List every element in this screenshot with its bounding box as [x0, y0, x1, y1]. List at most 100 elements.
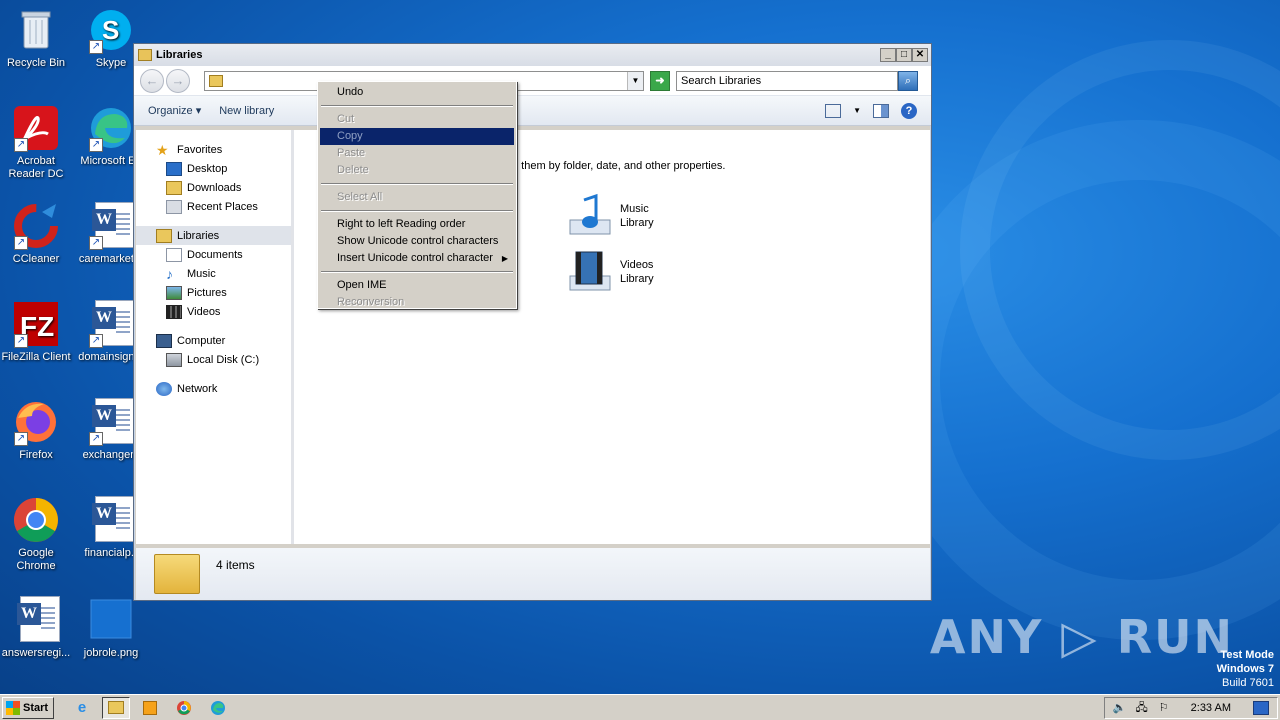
menu-item-cut: Cut [337, 113, 355, 125]
title-bar[interactable]: Libraries _ □ ✕ [134, 44, 931, 66]
nav-label: Recent Places [187, 200, 258, 213]
image-file-icon [87, 596, 135, 644]
desktop-icon-acrobat[interactable]: ↗ Acrobat Reader DC [0, 104, 74, 181]
taskbar-ie[interactable]: e [68, 697, 96, 719]
show-desktop-icon[interactable] [1253, 700, 1269, 715]
nav-item-favorites[interactable]: ★ Favorites [136, 140, 291, 159]
taskbar-chrome[interactable] [170, 697, 198, 719]
view-options-icon[interactable] [825, 103, 842, 118]
network-icon [156, 381, 172, 396]
folder-icon [138, 49, 152, 61]
maximize-button[interactable]: □ [896, 48, 912, 62]
desktop-icon-ccleaner[interactable]: ↗ CCleaner [0, 202, 74, 266]
nav-item-videos[interactable]: Videos [136, 302, 291, 321]
menu-item-show-unicode-control[interactable]: Show Unicode control characters [320, 233, 514, 250]
action-center-flag-icon[interactable]: ⚐ [1157, 701, 1171, 715]
taskbar-media-player[interactable] [136, 697, 164, 719]
documents-icon [166, 247, 182, 262]
library-type: Library [620, 273, 654, 285]
volume-icon[interactable]: 🔈 [1113, 701, 1127, 715]
search-icon: ⌕ [904, 74, 912, 87]
search-button[interactable]: ⌕ [898, 70, 918, 91]
library-item-videos[interactable]: Videos Library [566, 248, 654, 296]
desktop-icon-recycle-bin[interactable]: Recycle Bin [0, 6, 74, 70]
desktop-icon-label: answersregi... [1, 647, 71, 659]
organize-button[interactable]: Organize ▾ [148, 104, 201, 117]
shortcut-arrow-icon: ↗ [89, 40, 103, 54]
music-library-icon [566, 192, 614, 240]
explorer-window[interactable]: Libraries _ □ ✕ ← → ▼ ➜ Search Libraries… [133, 43, 932, 601]
preview-pane-icon[interactable] [873, 103, 889, 118]
videos-icon [166, 304, 182, 319]
menu-separator [321, 271, 513, 273]
recycle-bin-icon [12, 6, 60, 54]
search-input[interactable]: Search Libraries [676, 70, 898, 91]
nav-item-downloads[interactable]: Downloads [136, 178, 291, 197]
nav-item-libraries[interactable]: Libraries [136, 226, 291, 245]
nav-item-music[interactable]: ♪ Music [136, 264, 291, 283]
navigation-pane: ★ Favorites Desktop Downloads Recent Pla… [136, 130, 294, 544]
chevron-down-icon[interactable]: ▼ [627, 71, 643, 90]
shortcut-arrow-icon: ↗ [89, 236, 103, 250]
windows-logo-icon [6, 700, 20, 715]
view-dropdown-icon[interactable]: ▼ [853, 106, 861, 115]
minimize-button[interactable]: _ [880, 48, 896, 62]
taskbar-explorer[interactable] [102, 696, 130, 719]
nav-item-computer[interactable]: Computer [136, 331, 291, 350]
new-library-button[interactable]: New library [219, 105, 274, 117]
menu-item-rtl-reading-order[interactable]: Right to left Reading order [320, 216, 514, 233]
hard-drive-icon [166, 352, 182, 367]
taskbar: Start e 🔈 🖧 ⚐ 2:33 AM [0, 694, 1280, 720]
test-mode-text: Test Mode Windows 7 Build 7601 [1217, 648, 1274, 690]
music-icon: ♪ [166, 265, 173, 282]
nav-item-network[interactable]: Network [136, 379, 291, 398]
shortcut-arrow-icon: ↗ [89, 334, 103, 348]
nav-item-documents[interactable]: Documents [136, 245, 291, 264]
desktop-icon-jobrole[interactable]: jobrole.png [73, 596, 149, 660]
menu-item-open-ime[interactable]: Open IME [320, 277, 514, 294]
close-button[interactable]: ✕ [912, 48, 928, 62]
chrome-icon [12, 496, 60, 544]
network-tray-icon[interactable]: 🖧 [1135, 701, 1149, 715]
details-pane: 4 items [136, 548, 930, 600]
menu-item-insert-unicode-control[interactable]: Insert Unicode control character ▶ [320, 250, 514, 267]
nav-item-local-disk[interactable]: Local Disk (C:) [136, 350, 291, 369]
nav-item-recent-places[interactable]: Recent Places [136, 197, 291, 216]
desktop-icon-chrome[interactable]: Google Chrome [0, 496, 74, 573]
nav-item-pictures[interactable]: Pictures [136, 283, 291, 302]
nav-item-desktop[interactable]: Desktop [136, 159, 291, 178]
pictures-icon [166, 285, 182, 300]
menu-item-undo[interactable]: Undo [320, 84, 514, 101]
desktop-icon-answersregi[interactable]: W answersregi... [0, 596, 74, 660]
desktop-icon-label: Acrobat Reader DC [8, 155, 64, 180]
taskbar-edge[interactable] [204, 697, 232, 719]
library-description: e them by folder, date, and other proper… [512, 160, 726, 172]
forward-button[interactable]: → [166, 68, 190, 93]
forward-arrow-icon: → [171, 72, 185, 88]
desktop-icon-filezilla[interactable]: FZ ↗ FileZilla Client [0, 300, 74, 364]
help-icon[interactable]: ? [901, 102, 917, 119]
desktop-icon-label: Firefox [19, 449, 53, 461]
desktop-icon-firefox[interactable]: ↗ Firefox [0, 398, 74, 462]
filezilla-icon: FZ ↗ [12, 300, 60, 348]
test-mode-line: Test Mode [1220, 649, 1274, 661]
anyrun-watermark: ANY ▷ RUN [929, 610, 1234, 664]
library-item-music[interactable]: Music Library [566, 192, 654, 240]
media-player-icon [143, 700, 157, 715]
start-button[interactable]: Start [2, 696, 54, 719]
nav-label: Favorites [177, 143, 223, 156]
back-button[interactable]: ← [140, 68, 164, 93]
os-version-line: Windows 7 [1216, 663, 1274, 675]
libraries-folder-icon [154, 554, 200, 594]
menu-item-copy[interactable]: Copy [320, 128, 514, 145]
nav-label: Desktop [187, 162, 228, 175]
clock[interactable]: 2:33 AM [1191, 702, 1231, 714]
word-doc-icon: W [87, 496, 135, 544]
system-tray: 🔈 🖧 ⚐ 2:33 AM [1103, 696, 1278, 719]
command-bar: Organize ▾ New library ▼ ? [134, 96, 931, 126]
go-button[interactable]: ➜ [650, 70, 670, 91]
library-name: Videos [620, 259, 654, 271]
internet-explorer-icon: e [77, 699, 87, 716]
recent-places-icon [166, 199, 182, 214]
shortcut-arrow-icon: ↗ [89, 432, 103, 446]
